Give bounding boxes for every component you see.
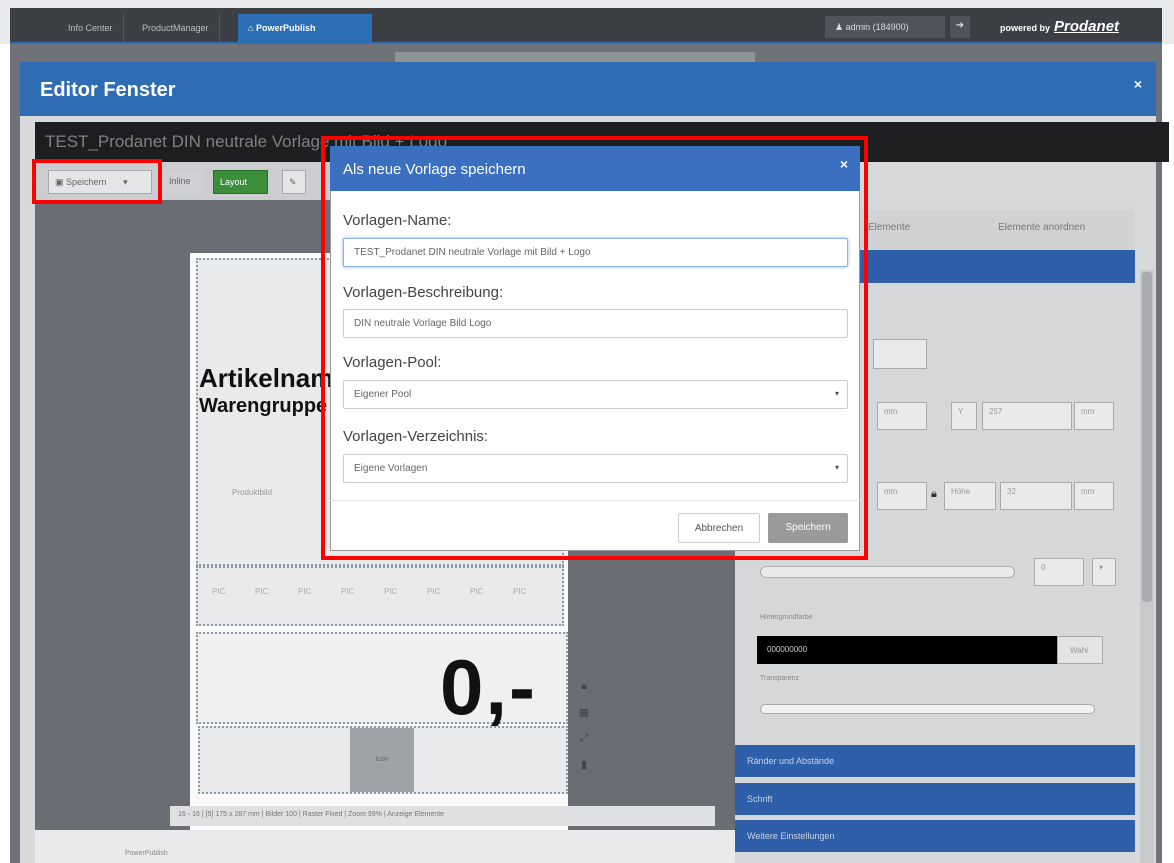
color-pick-button[interactable]: Wahl bbox=[1057, 636, 1103, 664]
status-bar: PowerPublish bbox=[35, 830, 735, 863]
element-box-pills[interactable] bbox=[196, 566, 564, 626]
inline-mode-button[interactable]: Inline bbox=[163, 170, 203, 194]
editor-title: Editor Fenster bbox=[40, 79, 176, 101]
name-field[interactable] bbox=[873, 339, 927, 369]
transparency-slider[interactable] bbox=[760, 704, 1095, 714]
icon-placeholder: Icon bbox=[350, 728, 414, 792]
element-side-icons: 🔒︎ ▦ ⤢ ▮ bbox=[577, 680, 593, 775]
chevron-down-icon: ▾ bbox=[1099, 563, 1104, 572]
pill-label: PIC bbox=[212, 587, 226, 596]
warengruppe-text[interactable]: Warengruppe bbox=[199, 395, 327, 418]
transparency-label: Transparenz bbox=[760, 675, 800, 682]
y-field[interactable]: 257 bbox=[982, 402, 1072, 430]
product-image-placeholder: Produktbild bbox=[232, 488, 273, 497]
tab-product-manager[interactable]: ProductManager bbox=[132, 14, 220, 42]
editor-header: Editor Fenster × bbox=[20, 62, 1156, 116]
hoehe-field[interactable]: 32 bbox=[1000, 482, 1072, 510]
scrollbar-thumb[interactable] bbox=[1142, 272, 1152, 602]
y-label: Y bbox=[951, 402, 977, 430]
canvas-status-tools[interactable]: 16 ◦ 16 | [5] 175 x 287 mm | Bilder 100 … bbox=[170, 806, 715, 826]
app-tab-strip: Info Center ProductManager ⌂ PowerPublis… bbox=[10, 8, 1162, 44]
padding-dropdown[interactable]: ▾ bbox=[1092, 558, 1116, 586]
highlight-save-button bbox=[32, 159, 162, 204]
pill-label: PIC bbox=[427, 587, 441, 596]
trash-icon[interactable]: ▮ bbox=[577, 758, 591, 772]
section-raender-abstaende[interactable]: Ränder und Abstände bbox=[735, 745, 1135, 777]
layer-icon[interactable]: ▦ bbox=[577, 706, 591, 720]
powered-by: powered by Prodanet bbox=[1000, 18, 1120, 35]
user-menu[interactable]: ♟ admin (184900) bbox=[825, 16, 945, 38]
brand-logo: Prodanet bbox=[1054, 18, 1120, 35]
pill-label: PIC bbox=[513, 587, 527, 596]
logout-icon[interactable]: ➜ bbox=[950, 16, 970, 38]
user-icon: ♟ bbox=[835, 22, 846, 32]
hoehe-unit: mm bbox=[1074, 482, 1114, 510]
home-icon: ⌂ bbox=[248, 23, 256, 33]
layout-mode-button[interactable]: Layout bbox=[213, 170, 268, 194]
padding-value[interactable]: 0 bbox=[1034, 558, 1084, 586]
tab-elemente[interactable]: Elemente bbox=[868, 222, 910, 233]
pill-label: PIC bbox=[298, 587, 312, 596]
tab-elemente-anordnen[interactable]: Elemente anordnen bbox=[998, 222, 1085, 233]
pill-label: PIC bbox=[255, 587, 269, 596]
y-unit: mm bbox=[1074, 402, 1114, 430]
section-schrift[interactable]: Schrift bbox=[735, 783, 1135, 815]
editor-close-icon[interactable]: × bbox=[1134, 76, 1142, 92]
background-color-label: Hintergrundfarbe bbox=[760, 614, 813, 621]
hoehe-label: Höhe bbox=[944, 482, 996, 510]
properties-tabs: Elemente Elemente anordnen bbox=[858, 210, 1134, 250]
breite-unit: mm bbox=[877, 482, 927, 510]
status-text: PowerPublish bbox=[125, 850, 168, 857]
link-lock-icon[interactable]: 🔒︎ bbox=[931, 488, 937, 501]
tab-info-center[interactable]: Info Center bbox=[58, 14, 124, 42]
price-text[interactable]: 0,- bbox=[440, 642, 537, 733]
pill-label: PIC bbox=[341, 587, 355, 596]
resize-icon[interactable]: ⤢ bbox=[577, 732, 591, 746]
highlight-dialog bbox=[321, 136, 868, 560]
x-unit: mm bbox=[877, 402, 927, 430]
lock-icon[interactable]: 🔒︎ bbox=[577, 680, 591, 694]
section-weitere-einstellungen[interactable]: Weitere Einstellungen bbox=[735, 820, 1135, 852]
tab-power-publish[interactable]: ⌂ PowerPublish bbox=[238, 14, 372, 42]
pill-label: PIC bbox=[384, 587, 398, 596]
tool-icon[interactable]: ✎ bbox=[282, 170, 306, 194]
background-color-field[interactable]: 000000000 bbox=[757, 636, 1057, 664]
pill-label: PIC bbox=[470, 587, 484, 596]
padding-slider[interactable] bbox=[760, 566, 1015, 578]
